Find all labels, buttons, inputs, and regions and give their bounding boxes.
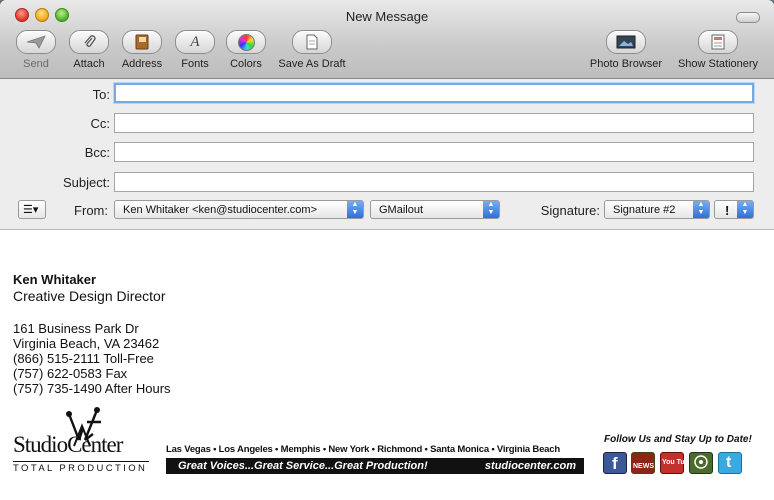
subject-field[interactable] xyxy=(114,172,754,192)
attach-button[interactable]: Attach xyxy=(67,30,111,70)
colors-button[interactable]: Colors xyxy=(224,30,268,70)
website-link[interactable]: studiocenter.com xyxy=(485,460,576,472)
subject-input[interactable] xyxy=(115,173,753,191)
attach-label: Attach xyxy=(73,58,105,70)
send-button[interactable]: Send xyxy=(14,30,58,70)
window-title: New Message xyxy=(345,9,429,24)
slogan-banner: Great Voices...Great Service...Great Pro… xyxy=(166,458,584,474)
stationery-icon xyxy=(698,30,738,54)
fonts-button[interactable]: A Fonts xyxy=(173,30,217,70)
twitter-icon[interactable]: t xyxy=(718,452,742,474)
priority-value: ! xyxy=(725,203,730,218)
slogan-text: Great Voices...Great Service...Great Pro… xyxy=(178,460,428,472)
colors-label: Colors xyxy=(230,58,262,70)
to-field[interactable] xyxy=(114,83,754,103)
cc-field[interactable] xyxy=(114,113,754,133)
office-cities: Las Vegas • Los Angeles • Memphis • New … xyxy=(166,444,560,455)
bcc-field[interactable] xyxy=(114,142,754,162)
save-as-draft-button[interactable]: Save As Draft xyxy=(274,30,350,70)
smtp-server-value: GMailout xyxy=(379,204,424,216)
signature-title: Creative Design Director xyxy=(13,288,166,304)
news-icon-label: NEWS xyxy=(633,463,654,470)
fonts-icon: A xyxy=(175,30,215,54)
logo-tagline: TOTAL PRODUCTION xyxy=(13,461,149,474)
signature-phone-after-hours: (757) 735-1490 After Hours xyxy=(13,381,171,396)
toolbar-toggle-button[interactable] xyxy=(736,12,760,23)
address-book-icon xyxy=(122,30,162,54)
cc-input[interactable] xyxy=(115,114,753,132)
studio-center-logo[interactable]: StudioCenter TOTAL PRODUCTION xyxy=(13,406,153,474)
signature-value: Signature #2 xyxy=(613,204,676,216)
show-stationery-label: Show Stationery xyxy=(677,58,759,70)
cc-label: Cc: xyxy=(90,116,111,131)
to-input[interactable] xyxy=(116,86,752,102)
draft-document-icon xyxy=(292,30,332,54)
from-label: From: xyxy=(74,203,108,218)
signature-address-line2: Virginia Beach, VA 23462 xyxy=(13,336,160,351)
signature-phone-fax: (757) 622-0583 Fax xyxy=(13,366,128,381)
fonts-label: Fonts xyxy=(181,58,209,70)
news-icon[interactable]: NEWS xyxy=(631,452,655,474)
facebook-icon[interactable]: f xyxy=(603,452,627,474)
updown-arrow-icon: ▲ ▼ xyxy=(693,201,709,218)
send-icon xyxy=(16,30,56,54)
new-message-window: New Message Send Attach Address A Fonts xyxy=(0,0,774,500)
youtube-icon[interactable]: You Tube xyxy=(660,452,693,474)
send-label: Send xyxy=(23,58,49,70)
bcc-label: Bcc: xyxy=(84,145,110,160)
address-label: Address xyxy=(121,58,163,70)
signature-select[interactable]: Signature #2 ▲ ▼ xyxy=(604,200,710,219)
photo-browser-icon xyxy=(606,30,646,54)
signature-phone-tollfree: (866) 515-2111 Toll-Free xyxy=(13,351,154,366)
color-wheel-icon xyxy=(226,30,266,54)
signature-address-line1: 161 Business Park Dr xyxy=(13,321,139,336)
title-toolbar: New Message Send Attach Address A Fonts xyxy=(0,0,774,79)
bcc-input[interactable] xyxy=(115,143,753,161)
photo-browser-button[interactable]: Photo Browser xyxy=(586,30,666,70)
photo-browser-label: Photo Browser xyxy=(589,58,663,70)
to-label: To: xyxy=(92,87,110,102)
podcast-icon[interactable] xyxy=(689,452,713,474)
updown-arrow-icon: ▲ ▼ xyxy=(737,201,753,218)
paperclip-icon xyxy=(69,30,109,54)
updown-arrow-icon: ▲ ▼ xyxy=(347,201,363,218)
save-draft-label: Save As Draft xyxy=(278,58,346,70)
address-button[interactable]: Address xyxy=(118,30,166,70)
smtp-server-select[interactable]: GMailout ▲ ▼ xyxy=(370,200,500,219)
priority-select[interactable]: ! ▲ ▼ xyxy=(714,200,754,219)
signature-label: Signature: xyxy=(540,203,600,218)
show-stationery-button[interactable]: Show Stationery xyxy=(674,30,762,70)
logo-wordmark: StudioCenter xyxy=(13,432,123,457)
follow-us-text: Follow Us and Stay Up to Date! xyxy=(604,434,752,445)
subject-label: Subject: xyxy=(63,175,110,190)
message-header-fields: To: Cc: Bcc: Subject: ☰▾ From: Ken Whita… xyxy=(0,79,774,230)
from-account-select[interactable]: Ken Whitaker <ken@studiocenter.com> ▲ ▼ xyxy=(114,200,364,219)
signature-name: Ken Whitaker xyxy=(13,272,97,287)
from-account-value: Ken Whitaker <ken@studiocenter.com> xyxy=(123,204,317,216)
